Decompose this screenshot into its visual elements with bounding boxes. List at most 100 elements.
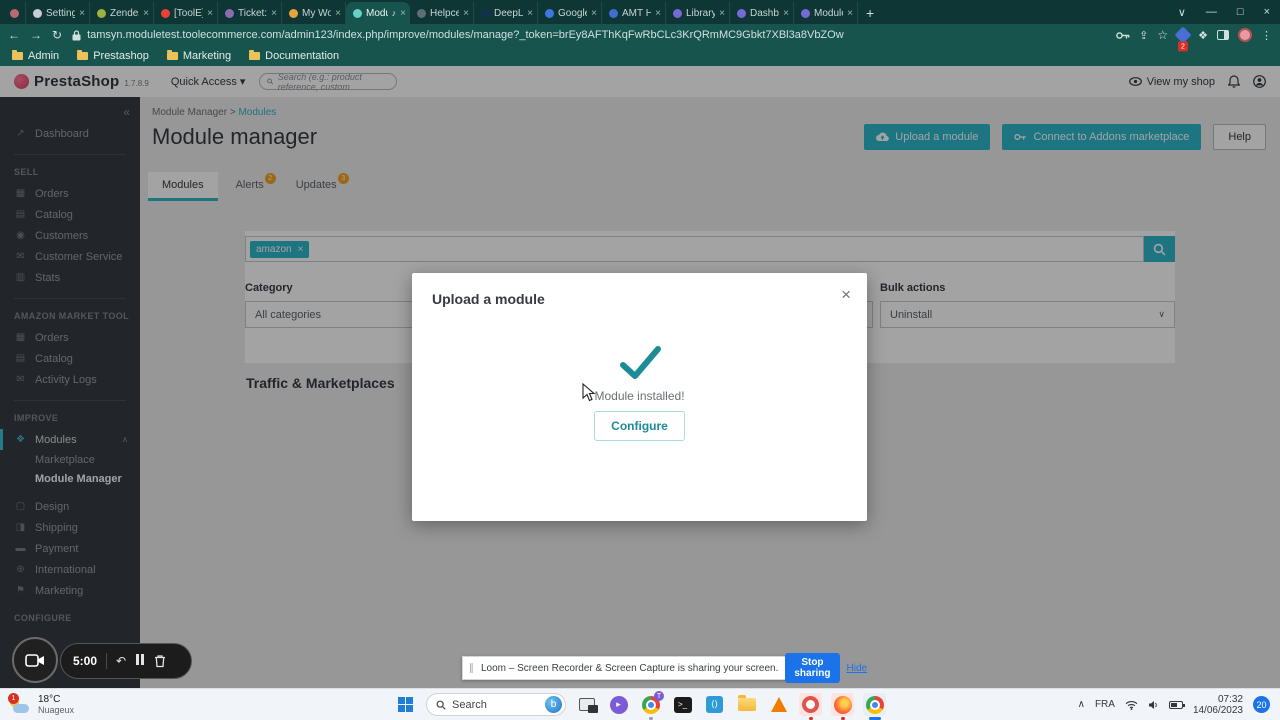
window-maximize-icon[interactable]: □	[1227, 0, 1254, 24]
drag-handle-icon[interactable]: ∥	[469, 663, 474, 674]
bing-icon[interactable]: b	[545, 696, 562, 713]
share-message: Loom – Screen Recorder & Screen Capture …	[481, 662, 779, 674]
browser-tab-helpcenter[interactable]: Helpcenter×	[410, 2, 474, 24]
folder-icon	[12, 50, 23, 60]
prestashop-page: PrestaShop 1.7.8.9 Quick Access ▾ Search…	[0, 66, 1280, 688]
pause-recording-icon[interactable]	[135, 652, 145, 670]
tab-search-chevron-icon[interactable]: ∨	[1168, 0, 1196, 24]
tab-close-icon[interactable]: ×	[719, 8, 725, 19]
tab-close-icon[interactable]: ×	[79, 8, 85, 19]
bookmark-folder-admin[interactable]: Admin	[12, 50, 59, 62]
split-view-icon[interactable]	[1217, 30, 1229, 40]
share-icon[interactable]: ⇪	[1139, 29, 1148, 42]
hidden-icons-chevron[interactable]: ∧	[1078, 699, 1085, 710]
tab-close-icon[interactable]: ×	[271, 8, 277, 19]
browser-tab-pinned[interactable]	[0, 2, 26, 24]
chat-app-button[interactable]: ▸	[607, 693, 630, 716]
browser-tab-module-active[interactable]: Modul♪×	[346, 2, 410, 24]
bookmarks-bar: Admin Prestashop Marketing Documentation	[0, 46, 1280, 66]
restart-recording-icon[interactable]: ↶	[116, 654, 126, 668]
browser-tab-library[interactable]: Library | Lo×	[666, 2, 730, 24]
window-minimize-icon[interactable]: —	[1196, 0, 1227, 24]
browser-tab-dashboard[interactable]: Dashboard×	[730, 2, 794, 24]
volume-icon[interactable]	[1148, 700, 1159, 710]
hide-link[interactable]: Hide	[847, 663, 868, 674]
browser-tab-mywork[interactable]: My Work×	[282, 2, 346, 24]
tab-close-icon[interactable]: ×	[591, 8, 597, 19]
profile-badge: T	[654, 691, 664, 701]
tab-close-icon[interactable]: ×	[847, 8, 853, 19]
globe-favicon	[417, 8, 426, 18]
taskbar-search[interactable]: Search b	[426, 693, 566, 716]
browser-tab-modulema[interactable]: Module ma×	[794, 2, 858, 24]
windows-taskbar: 1 18°C Nuageux Search b ▸ T >_ ⟨⟩ ∧ FRA …	[0, 688, 1280, 720]
tab-close-icon[interactable]: ×	[207, 8, 213, 19]
loom-camera-button[interactable]	[12, 637, 58, 683]
notification-count-badge[interactable]: 20	[1253, 696, 1270, 713]
chrome-active-button[interactable]	[863, 693, 886, 720]
firefox-button[interactable]	[831, 693, 854, 720]
tab-close-icon[interactable]: ×	[527, 8, 533, 19]
key-icon[interactable]	[1116, 31, 1130, 40]
tab-close-icon[interactable]: ×	[655, 8, 661, 19]
profile-avatar[interactable]	[1238, 28, 1252, 42]
forward-icon[interactable]: →	[30, 28, 42, 42]
extensions-puzzle-icon[interactable]: ❖	[1198, 29, 1208, 42]
start-button[interactable]	[394, 693, 417, 716]
wifi-icon[interactable]	[1125, 700, 1138, 710]
chat-icon: ▸	[609, 695, 628, 714]
terminal-button[interactable]: >_	[671, 693, 694, 716]
address-bar[interactable]: tamsyn.moduletest.toolecommerce.com/admi…	[72, 29, 1106, 41]
language-indicator[interactable]: FRA	[1095, 699, 1115, 710]
loom-control-pill: 5:00 ↶	[60, 643, 192, 679]
browser-tab-ticket[interactable]: Ticket: Bug×	[218, 2, 282, 24]
window-close-icon[interactable]: ×	[1254, 0, 1280, 24]
zendesk-favicon	[97, 8, 106, 18]
mouse-cursor	[582, 383, 596, 402]
task-view-button[interactable]	[575, 693, 598, 716]
vscode-button[interactable]: ⟨⟩	[703, 693, 726, 716]
extension-icon[interactable]: 2	[1174, 26, 1192, 52]
configure-button[interactable]: Configure	[594, 411, 685, 441]
bookmark-folder-prestashop[interactable]: Prestashop	[77, 50, 149, 62]
bookmark-star-icon[interactable]: ☆	[1157, 28, 1168, 42]
loom-app-button[interactable]	[799, 693, 822, 720]
weather-badge: 1	[8, 692, 19, 704]
file-explorer-button[interactable]	[735, 693, 758, 716]
tab-close-icon[interactable]: ×	[335, 8, 341, 19]
gmail-favicon	[161, 8, 170, 18]
clock[interactable]: 07:32 14/06/2023	[1193, 694, 1243, 716]
deepl-favicon	[481, 8, 490, 18]
browser-tab-strip: Settings - P× Zendesk A× [ToolE] Con× Ti…	[0, 0, 1280, 24]
modulema-favicon	[801, 8, 810, 18]
browser-tab-amthelp[interactable]: AMT Help×	[602, 2, 666, 24]
kebab-menu-icon[interactable]: ⋮	[1261, 29, 1272, 42]
tab-close-icon[interactable]: ×	[400, 8, 406, 19]
vlc-button[interactable]	[767, 693, 790, 716]
new-tab-button[interactable]: +	[866, 5, 874, 21]
chrome-profile-button[interactable]: T	[639, 691, 664, 720]
back-icon[interactable]: ←	[8, 28, 20, 42]
browser-tab-settings[interactable]: Settings - P×	[26, 2, 90, 24]
tab-close-icon[interactable]: ×	[783, 8, 789, 19]
battery-icon[interactable]	[1168, 700, 1185, 709]
ticket-favicon	[225, 8, 234, 18]
browser-tab-googledocs[interactable]: Google Do×	[538, 2, 602, 24]
weather-description: Nuageux	[38, 705, 75, 715]
weather-widget[interactable]: 1 18°C Nuageux	[8, 692, 75, 715]
terminal-icon: >_	[673, 696, 692, 713]
browser-tab-gmail[interactable]: [ToolE] Con×	[154, 2, 218, 24]
reload-icon[interactable]: ↻	[52, 28, 62, 42]
bookmark-folder-marketing[interactable]: Marketing	[166, 50, 231, 62]
browser-tab-zendesk[interactable]: Zendesk A×	[90, 2, 154, 24]
vscode-icon: ⟨⟩	[706, 696, 723, 713]
delete-recording-icon[interactable]	[154, 654, 166, 668]
tab-audio-icon[interactable]: ♪	[392, 8, 397, 18]
modal-close-icon[interactable]: ×	[841, 285, 851, 305]
tab-close-icon[interactable]: ×	[143, 8, 149, 19]
browser-tab-deepl[interactable]: DeepL Tran×	[474, 2, 538, 24]
tab-close-icon[interactable]: ×	[463, 8, 469, 19]
url-text: tamsyn.moduletest.toolecommerce.com/admi…	[87, 29, 844, 41]
stop-sharing-button[interactable]: Stop sharing	[785, 653, 840, 683]
bookmark-folder-documentation[interactable]: Documentation	[249, 50, 339, 62]
